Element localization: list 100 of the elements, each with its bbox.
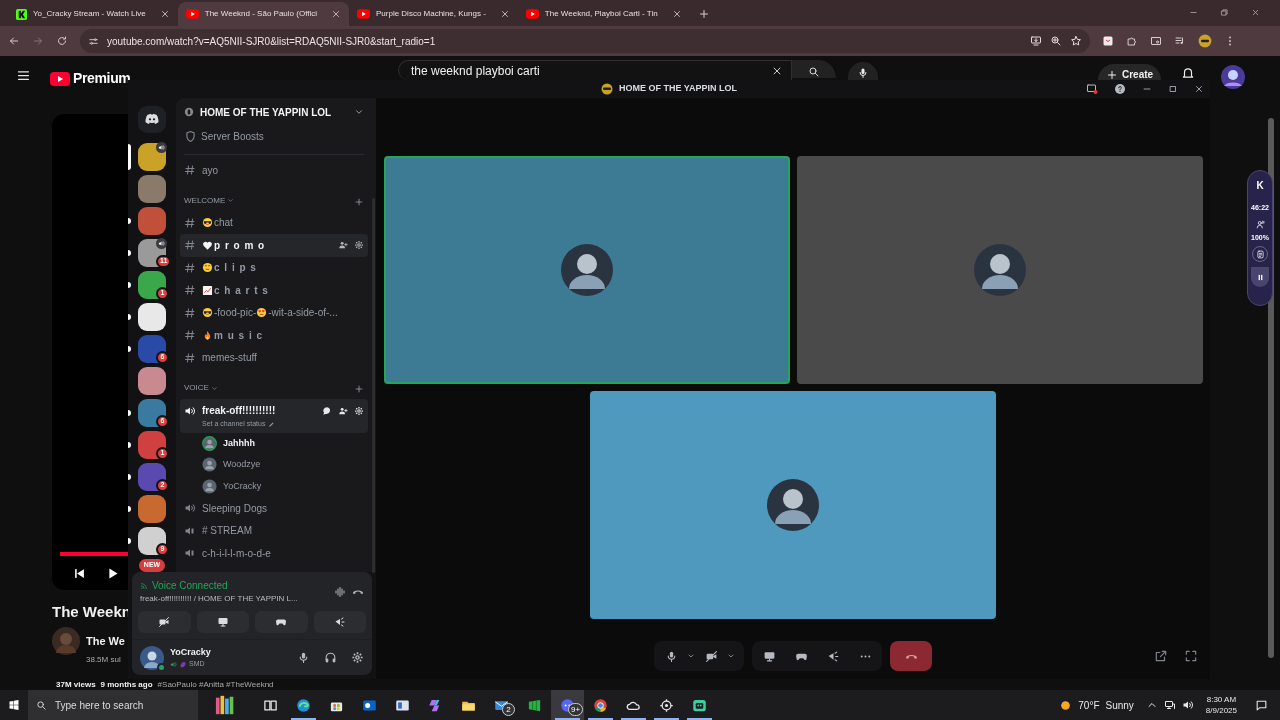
pause-button[interactable]	[1251, 267, 1269, 287]
channel-name[interactable]: The We	[86, 635, 125, 647]
activity-button[interactable]	[255, 611, 308, 633]
speaker-icon	[184, 502, 196, 515]
category-header[interactable]: WELCOME	[184, 194, 235, 207]
invite-icon[interactable]	[338, 405, 348, 416]
voice-member[interactable]: Jahhhh	[180, 432, 368, 454]
add-channel-icon[interactable]	[354, 196, 364, 207]
help-icon[interactable]	[1114, 83, 1126, 95]
voice-search-button[interactable]	[848, 62, 878, 80]
close-icon[interactable]	[671, 9, 682, 19]
taskbar-app[interactable]: 2	[485, 690, 518, 720]
close-icon[interactable]	[331, 9, 341, 19]
voice-channel-item[interactable]: c-h-i-l-l-m-o-d-e	[180, 542, 368, 565]
browser-tab[interactable]: Purple Disco Machine, Kungs -	[349, 2, 518, 26]
voice-channel-item[interactable]: # STREAM	[180, 519, 368, 542]
weather-widget[interactable]: 70°F Sunny	[1059, 697, 1146, 713]
widget-logo[interactable]: K	[1256, 181, 1264, 191]
video-tile[interactable]	[590, 391, 996, 619]
previous-icon[interactable]	[72, 566, 87, 581]
share-screen-button[interactable]	[196, 611, 249, 633]
voice-member[interactable]: YoCracky	[180, 475, 368, 497]
sunglasses-face-icon	[202, 307, 213, 319]
taskbar-app[interactable]: 9+	[551, 690, 584, 720]
server-icon[interactable]	[138, 142, 166, 171]
profile-avatar[interactable]	[1198, 34, 1212, 48]
bell-icon[interactable]	[1181, 66, 1195, 80]
server-icon[interactable]	[138, 302, 166, 331]
create-button[interactable]: Create	[1098, 64, 1162, 80]
home-button[interactable]	[138, 106, 166, 133]
browser-tab[interactable]: The Weeknd - São Paulo (Offici	[177, 2, 349, 26]
pop-out-icon[interactable]	[1154, 649, 1168, 663]
maximize-icon[interactable]	[1168, 84, 1178, 94]
address-bar[interactable]: youtube.com/watch?v=AQ5NII-SJR0&list=RDAQ5NII-SJR0&start_radio=1	[80, 29, 1090, 53]
channel-item[interactable]: -food-pic- -wit-a-side-of-...	[180, 301, 368, 324]
add-channel-icon[interactable]	[354, 384, 364, 394]
channel-item[interactable]: memes-stuff	[180, 346, 368, 369]
zoom-icon[interactable]	[1050, 35, 1062, 47]
video-tile[interactable]	[383, 156, 790, 384]
inbox-icon[interactable]	[1086, 83, 1098, 95]
server-header[interactable]: HOME OF THE YAPPIN LOL	[176, 98, 372, 126]
category-header[interactable]: VOICE	[184, 382, 218, 394]
new-tab-icon[interactable]	[697, 8, 710, 20]
video-tile[interactable]	[796, 156, 1203, 384]
noise-suppression-icon[interactable]	[334, 585, 346, 598]
reload-icon[interactable]	[56, 35, 68, 47]
media-icon[interactable]	[1174, 35, 1186, 47]
restore-icon[interactable]	[1220, 7, 1229, 17]
channel-avatar[interactable]	[52, 627, 80, 655]
avatar[interactable]	[1220, 64, 1246, 90]
settings-icon[interactable]	[351, 651, 364, 664]
back-icon[interactable]	[8, 35, 20, 47]
site-settings-icon[interactable]	[88, 35, 99, 47]
voice-member[interactable]: Woodzye	[180, 454, 368, 476]
invite-icon[interactable]	[338, 240, 348, 251]
volume-icon[interactable]	[1181, 699, 1194, 711]
user-avatar[interactable]	[140, 645, 164, 670]
person-icon[interactable]	[1255, 220, 1265, 229]
headphones-icon[interactable]	[324, 651, 337, 664]
close-icon[interactable]	[1194, 84, 1204, 94]
channel-item[interactable]: chat	[180, 211, 368, 234]
bookmark-star-icon[interactable]	[1070, 35, 1082, 47]
clock[interactable]: 8:30 AM 8/9/2025	[1199, 694, 1243, 716]
pencil-icon[interactable]	[268, 420, 276, 428]
server-icon[interactable]	[138, 366, 166, 395]
search-button[interactable]	[792, 60, 836, 78]
fullscreen-icon[interactable]	[1184, 649, 1198, 663]
server-icon[interactable]	[138, 270, 166, 299]
channel-item[interactable]: c h a r t s	[180, 279, 368, 302]
channel-item[interactable]: ayo	[180, 159, 368, 182]
voice-channel-item[interactable]: Sleeping Dogs	[180, 497, 368, 520]
search-field[interactable]: the weeknd playboi carti	[398, 60, 792, 80]
close-icon[interactable]	[159, 9, 170, 19]
install-icon[interactable]	[1030, 35, 1042, 47]
calendar-extension-icon[interactable]	[1102, 35, 1114, 47]
browser-tab[interactable]: The Weeknd, Playboi Carti - Tin	[517, 2, 690, 26]
channel-item[interactable]: p r o m o	[180, 234, 368, 257]
hashtag-links[interactable]: #SaoPaulo #Anitta #TheWeeknd	[157, 680, 274, 690]
menu-icon[interactable]	[16, 68, 31, 83]
disconnect-button[interactable]	[890, 641, 932, 671]
screen-icon	[216, 616, 229, 628]
network-icon[interactable]	[1163, 699, 1176, 711]
channel-item[interactable]: m u s i c	[180, 324, 368, 347]
server-boosts-item[interactable]: Server Boosts	[176, 126, 372, 146]
server-icon[interactable]	[138, 526, 166, 555]
voice-location[interactable]: freak-off!!!!!!!!!! / HOME OF THE YAPPIN L...	[140, 593, 328, 605]
play-logo-icon[interactable]	[50, 71, 70, 86]
channel-item[interactable]: c l i p s	[180, 256, 368, 279]
extensions-icon[interactable]	[1126, 35, 1138, 47]
settings-icon[interactable]	[354, 240, 364, 251]
chevron-icon	[227, 197, 235, 204]
browser-tab[interactable]: Yo_Cracky Stream - Watch Live	[8, 2, 178, 26]
chat-bubble-icon[interactable]	[322, 405, 332, 416]
camera-button[interactable]	[138, 611, 191, 633]
tab-search-icon[interactable]	[1150, 35, 1162, 47]
mic-icon[interactable]	[297, 651, 310, 664]
close-icon[interactable]	[1251, 7, 1260, 17]
close-icon[interactable]	[499, 9, 510, 19]
notification-icon[interactable]	[1255, 698, 1268, 712]
search-field[interactable]: Type here to search	[28, 690, 198, 720]
